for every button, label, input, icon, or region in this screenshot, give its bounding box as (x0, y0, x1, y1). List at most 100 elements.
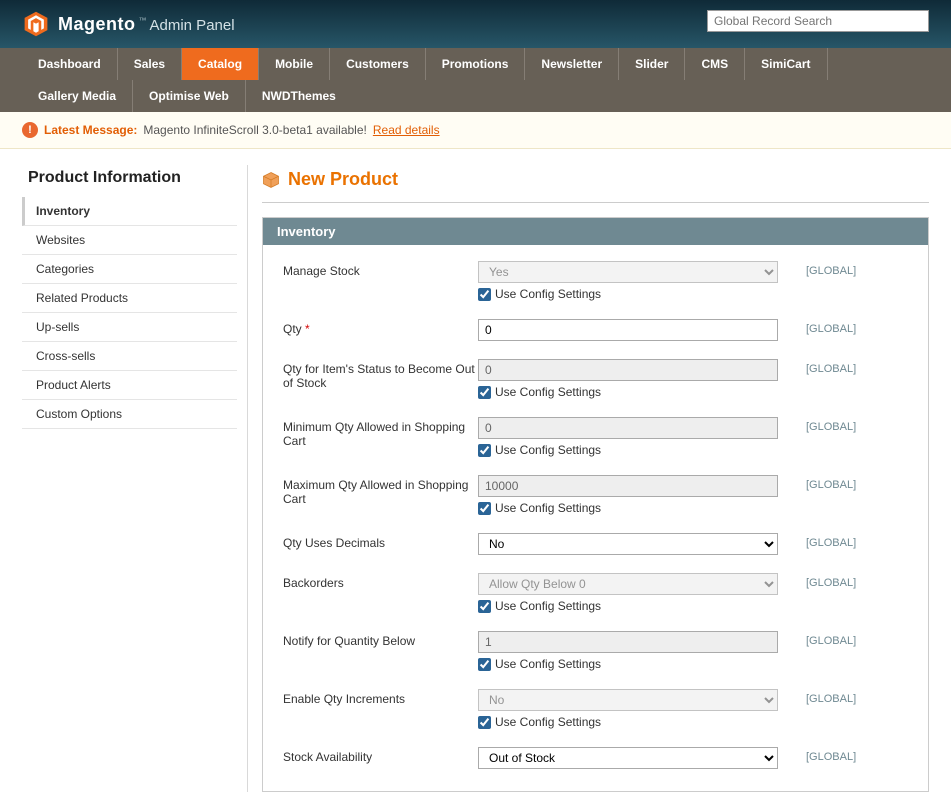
label-min_qty: Minimum Qty Allowed in Shopping Cart (283, 417, 478, 448)
label-increments: Enable Qty Increments (283, 689, 478, 706)
use-config-label: Use Config Settings (495, 715, 601, 729)
input-backorders: Allow Qty Below 0 (478, 573, 778, 595)
global-search-input[interactable] (707, 10, 929, 32)
label-manage_stock: Manage Stock (283, 261, 478, 278)
use-config-checkbox-manage_stock[interactable] (478, 288, 491, 301)
label-decimals: Qty Uses Decimals (283, 533, 478, 550)
use-config-label: Use Config Settings (495, 385, 601, 399)
use-config-checkbox-max_qty[interactable] (478, 502, 491, 515)
control-qty (478, 319, 778, 341)
input-qty[interactable] (478, 319, 778, 341)
nav-item-nwdthemes[interactable]: NWDThemes (246, 80, 352, 112)
nav-item-cms[interactable]: CMS (685, 48, 745, 80)
input-min_qty (478, 417, 778, 439)
page-title-text: New Product (288, 169, 398, 190)
use-config-checkbox-increments[interactable] (478, 716, 491, 729)
scope-label: [GLOBAL] (806, 417, 896, 433)
control-min_qty: Use Config Settings (478, 417, 778, 457)
nav-item-dashboard[interactable]: Dashboard (22, 48, 118, 80)
form-row-notify: Notify for Quantity Below Use Config Set… (283, 631, 908, 671)
label-notify: Notify for Quantity Below (283, 631, 478, 648)
scope-label: [GLOBAL] (806, 689, 896, 705)
brand-name: Magento (58, 14, 136, 35)
magento-logo-icon (22, 10, 50, 38)
use-config-manage_stock[interactable]: Use Config Settings (478, 287, 778, 301)
trademark-icon: ™ (139, 16, 147, 25)
sidebar-item-websites[interactable]: Websites (22, 226, 237, 255)
use-config-qty_out[interactable]: Use Config Settings (478, 385, 778, 399)
nav-item-promotions[interactable]: Promotions (426, 48, 526, 80)
form-row-increments: Enable Qty IncrementsNo Use Config Setti… (283, 689, 908, 729)
sidebar-item-cross-sells[interactable]: Cross-sells (22, 342, 237, 371)
sidebar-item-product-alerts[interactable]: Product Alerts (22, 371, 237, 400)
nav-item-catalog[interactable]: Catalog (182, 48, 259, 80)
sidebar-item-inventory[interactable]: Inventory (22, 197, 237, 226)
product-cube-icon (262, 171, 280, 189)
nav-item-gallery-media[interactable]: Gallery Media (22, 80, 133, 112)
sidebar-item-categories[interactable]: Categories (22, 255, 237, 284)
input-max_qty (478, 475, 778, 497)
nav-item-slider[interactable]: Slider (619, 48, 685, 80)
main-content: New Product Inventory Manage StockYes Us… (262, 165, 929, 792)
use-config-checkbox-backorders[interactable] (478, 600, 491, 613)
use-config-min_qty[interactable]: Use Config Settings (478, 443, 778, 457)
use-config-backorders[interactable]: Use Config Settings (478, 599, 778, 613)
use-config-label: Use Config Settings (495, 657, 601, 671)
form-row-qty: Qty *[GLOBAL] (283, 319, 908, 341)
control-increments: No Use Config Settings (478, 689, 778, 729)
form-row-qty_out: Qty for Item's Status to Become Out of S… (283, 359, 908, 399)
sidebar-item-related-products[interactable]: Related Products (22, 284, 237, 313)
scope-label: [GLOBAL] (806, 261, 896, 277)
sidebar-item-up-sells[interactable]: Up-sells (22, 313, 237, 342)
scope-label: [GLOBAL] (806, 573, 896, 589)
label-max_qty: Maximum Qty Allowed in Shopping Cart (283, 475, 478, 506)
scope-label: [GLOBAL] (806, 747, 896, 763)
use-config-max_qty[interactable]: Use Config Settings (478, 501, 778, 515)
input-decimals[interactable]: No (478, 533, 778, 555)
page-title: New Product (262, 165, 929, 203)
form-row-availability: Stock AvailabilityOut of Stock [GLOBAL] (283, 747, 908, 769)
message-text: Magento InfiniteScroll 3.0-beta1 availab… (143, 123, 366, 137)
sidebar-item-custom-options[interactable]: Custom Options (22, 400, 237, 429)
use-config-checkbox-qty_out[interactable] (478, 386, 491, 399)
nav-item-mobile[interactable]: Mobile (259, 48, 330, 80)
sidebar: Product Information InventoryWebsitesCat… (22, 165, 248, 792)
control-notify: Use Config Settings (478, 631, 778, 671)
form-row-manage_stock: Manage StockYes Use Config Settings [GLOB… (283, 261, 908, 301)
alert-icon: ! (22, 122, 38, 138)
nav-item-optimise-web[interactable]: Optimise Web (133, 80, 246, 112)
control-availability: Out of Stock (478, 747, 778, 769)
form-row-max_qty: Maximum Qty Allowed in Shopping Cart Use… (283, 475, 908, 515)
control-decimals: No (478, 533, 778, 555)
nav-item-customers[interactable]: Customers (330, 48, 426, 80)
input-increments: No (478, 689, 778, 711)
nav-item-sales[interactable]: Sales (118, 48, 182, 80)
input-availability[interactable]: Out of Stock (478, 747, 778, 769)
nav-item-simicart[interactable]: SimiCart (745, 48, 827, 80)
use-config-checkbox-min_qty[interactable] (478, 444, 491, 457)
global-search (707, 10, 929, 32)
scope-label: [GLOBAL] (806, 533, 896, 549)
nav-item-newsletter[interactable]: Newsletter (525, 48, 619, 80)
control-backorders: Allow Qty Below 0 Use Config Settings (478, 573, 778, 613)
label-qty_out: Qty for Item's Status to Become Out of S… (283, 359, 478, 390)
header: Magento ™ Admin Panel (0, 0, 951, 48)
use-config-label: Use Config Settings (495, 287, 601, 301)
form-row-min_qty: Minimum Qty Allowed in Shopping Cart Use… (283, 417, 908, 457)
label-availability: Stock Availability (283, 747, 478, 764)
control-manage_stock: Yes Use Config Settings (478, 261, 778, 301)
message-label: Latest Message: (44, 123, 137, 137)
use-config-increments[interactable]: Use Config Settings (478, 715, 778, 729)
use-config-notify[interactable]: Use Config Settings (478, 657, 778, 671)
use-config-label: Use Config Settings (495, 443, 601, 457)
input-manage_stock: Yes (478, 261, 778, 283)
latest-message-bar: ! Latest Message: Magento InfiniteScroll… (0, 112, 951, 149)
read-details-link[interactable]: Read details (373, 123, 440, 137)
use-config-checkbox-notify[interactable] (478, 658, 491, 671)
label-backorders: Backorders (283, 573, 478, 590)
scope-label: [GLOBAL] (806, 631, 896, 647)
scope-label: [GLOBAL] (806, 359, 896, 375)
scope-label: [GLOBAL] (806, 475, 896, 491)
label-qty: Qty * (283, 319, 478, 336)
control-qty_out: Use Config Settings (478, 359, 778, 399)
